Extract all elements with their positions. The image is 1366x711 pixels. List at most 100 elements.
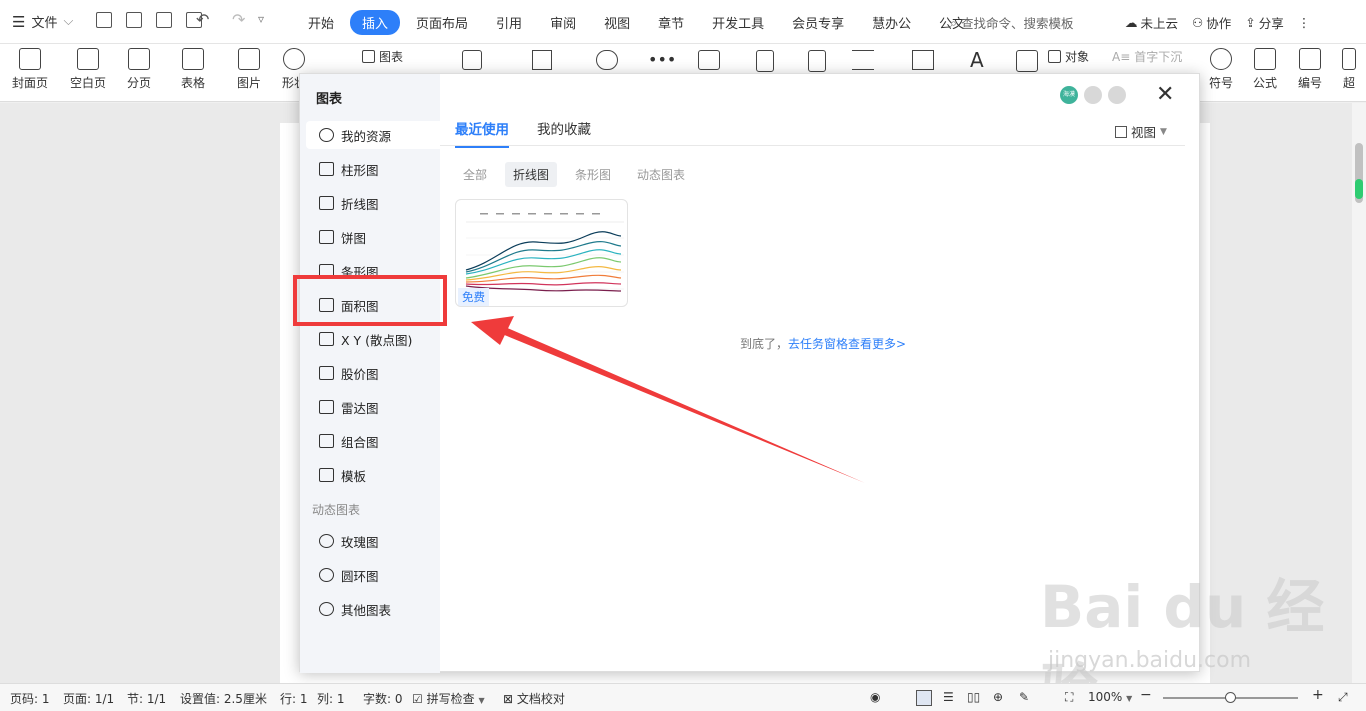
hamburger-icon: ☰ <box>12 12 26 31</box>
sidebar-item-my-resources[interactable]: 我的资源 <box>306 121 440 149</box>
spell-check-button[interactable]: ☑ 拼写检查 ▼ <box>412 690 485 707</box>
collab-button[interactable]: ⚇ 协作 <box>1192 13 1231 32</box>
zoom-level[interactable]: 100% ▼ <box>1088 690 1132 704</box>
quick-access-toolbar <box>96 12 202 28</box>
flowchart-icon[interactable] <box>596 50 618 70</box>
export-icon[interactable] <box>126 12 142 28</box>
wordart-icon[interactable]: A <box>970 48 984 72</box>
coin-icon[interactable] <box>1108 86 1126 104</box>
print-icon[interactable] <box>156 12 172 28</box>
menu-tab[interactable]: 开发工具 <box>700 10 776 35</box>
more-icon[interactable]: ⋮ <box>1298 13 1311 32</box>
sidebar-item-pie-chart[interactable]: 饼图 <box>306 223 440 251</box>
zoom-slider[interactable] <box>1163 692 1298 703</box>
undo-icon[interactable]: ↶ <box>196 10 209 29</box>
status-setting[interactable]: 设置值: 2.5厘米 <box>180 690 267 707</box>
reading-view-icon[interactable]: ▯▯ <box>967 690 980 704</box>
tab-favorites[interactable]: 我的收藏 <box>537 118 591 148</box>
sidebar-item-combo-chart[interactable]: 组合图 <box>306 427 440 455</box>
pen-icon[interactable]: ✎ <box>1019 690 1029 704</box>
picture-button[interactable]: 图片 <box>237 48 261 91</box>
menu-tab[interactable]: 引用 <box>484 10 534 35</box>
sidebar-item-scatter-chart[interactable]: X Y (散点图) <box>306 325 440 353</box>
date-icon[interactable] <box>1016 50 1038 72</box>
symbol-button[interactable]: 符号 <box>1209 48 1233 91</box>
save-icon[interactable] <box>96 12 112 28</box>
menu-tab[interactable]: 页面布局 <box>404 10 480 35</box>
menu-tab[interactable]: 章节 <box>646 10 696 35</box>
menu-tab[interactable]: 会员专享 <box>780 10 856 35</box>
menu-tab[interactable]: 慧办公 <box>860 10 923 35</box>
pie-chart-icon <box>319 230 334 244</box>
page-break-icon <box>128 48 150 70</box>
more-dots-icon[interactable]: ••• <box>648 50 676 69</box>
watermark-icon[interactable] <box>852 50 874 70</box>
web-view-icon[interactable]: ⊕ <box>993 690 1003 704</box>
avatar-icon[interactable]: 海漠 <box>1060 86 1078 104</box>
view-toggle[interactable]: 视图 ▼ <box>1115 122 1167 141</box>
menu-tab[interactable]: 视图 <box>592 10 642 35</box>
object-button[interactable]: 对象 <box>1048 48 1089 65</box>
sidebar-item-label: 饼图 <box>341 230 367 246</box>
table-button[interactable]: 表格 <box>181 48 205 91</box>
vip-icon[interactable] <box>1084 86 1102 104</box>
tab-recent[interactable]: 最近使用 <box>455 118 509 148</box>
menu-tab[interactable]: 审阅 <box>538 10 588 35</box>
sidebar-item-line-chart[interactable]: 折线图 <box>306 189 440 217</box>
header-icon[interactable] <box>756 50 774 72</box>
sidebar-item-donut-chart[interactable]: 圆环图 <box>306 561 440 589</box>
textbox-icon[interactable] <box>532 50 552 70</box>
hyperlink-button[interactable]: 超 <box>1342 48 1356 91</box>
sidebar-item-stock-chart[interactable]: 股价图 <box>306 359 440 387</box>
smartart-icon[interactable] <box>462 50 482 70</box>
sidebar-item-rose-chart[interactable]: 玫瑰图 <box>306 527 440 555</box>
cloud-label: 未上云 <box>1140 16 1179 31</box>
proofread-button[interactable]: ⊠ 文档校对 <box>503 690 565 707</box>
numbering-button[interactable]: 编号 <box>1298 48 1322 91</box>
file-menu[interactable]: ☰ 文件 ⌵ <box>12 12 73 32</box>
status-pages: 页面: 1/1 <box>63 692 115 706</box>
menu-tab[interactable]: 插入 <box>350 10 401 35</box>
filter-dynamic[interactable]: 动态图表 <box>629 162 693 187</box>
menu-tab[interactable]: 开始 <box>296 10 346 35</box>
fullscreen-icon[interactable]: ⤢ <box>1338 690 1348 705</box>
sidebar-item-column-chart[interactable]: 柱形图 <box>306 155 440 183</box>
zoom-slider-knob[interactable] <box>1225 692 1236 703</box>
blank-page-button[interactable]: 空白页 <box>70 48 106 91</box>
symbol-label: 符号 <box>1209 76 1234 90</box>
chart-button[interactable]: 图表 <box>362 48 403 65</box>
chart-template-card[interactable]: 免费 <box>455 199 628 307</box>
redo-icon[interactable]: ↷ <box>232 10 245 29</box>
cloud-button[interactable]: ☁ 未上云 <box>1125 13 1178 32</box>
formula-button[interactable]: 公式 <box>1253 48 1277 91</box>
sidebar-item-radar-chart[interactable]: 雷达图 <box>306 393 440 421</box>
outline-view-icon[interactable]: ☰ <box>943 690 954 704</box>
status-words[interactable]: 字数: 0 <box>363 690 403 707</box>
page-number-icon[interactable] <box>808 50 826 72</box>
filter-bar-chart[interactable]: 条形图 <box>567 162 619 187</box>
page-break-label: 分页 <box>127 76 152 90</box>
fit-page-icon[interactable]: ⛶ <box>1065 690 1073 705</box>
customize-icon[interactable]: ▿ <box>258 12 264 26</box>
page-view-icon[interactable] <box>916 690 932 706</box>
sidebar-item-template[interactable]: 模板 <box>306 461 440 489</box>
filter-all[interactable]: 全部 <box>455 162 495 187</box>
cover-page-label: 封面页 <box>12 76 49 90</box>
zoom-in-icon[interactable]: + <box>1312 687 1324 703</box>
textbox2-icon[interactable] <box>912 50 934 70</box>
page-break-button[interactable]: 分页 <box>127 48 151 91</box>
cover-page-button[interactable]: 封面页 <box>12 48 48 91</box>
link-icon <box>1342 48 1356 70</box>
sidebar-item-other-chart[interactable]: 其他图表 <box>306 595 440 623</box>
eye-protect-icon[interactable]: ◉ <box>870 690 880 704</box>
filter-line[interactable]: 折线图 <box>505 162 558 187</box>
share-button[interactable]: ⇪ 分享 <box>1245 13 1284 32</box>
picture-label: 图片 <box>237 76 262 90</box>
dropcap-button[interactable]: A≡ 首字下沉 <box>1112 48 1182 65</box>
zoom-out-icon[interactable]: − <box>1140 687 1152 703</box>
task-pane-link[interactable]: 去任务窗格查看更多> <box>788 337 906 351</box>
zoom-value: 100% <box>1088 690 1123 704</box>
close-icon[interactable]: ✕ <box>1156 84 1174 106</box>
comment-icon[interactable] <box>698 50 720 70</box>
command-search[interactable]: ⌕ 查找命令、搜索模板 <box>950 13 1074 32</box>
